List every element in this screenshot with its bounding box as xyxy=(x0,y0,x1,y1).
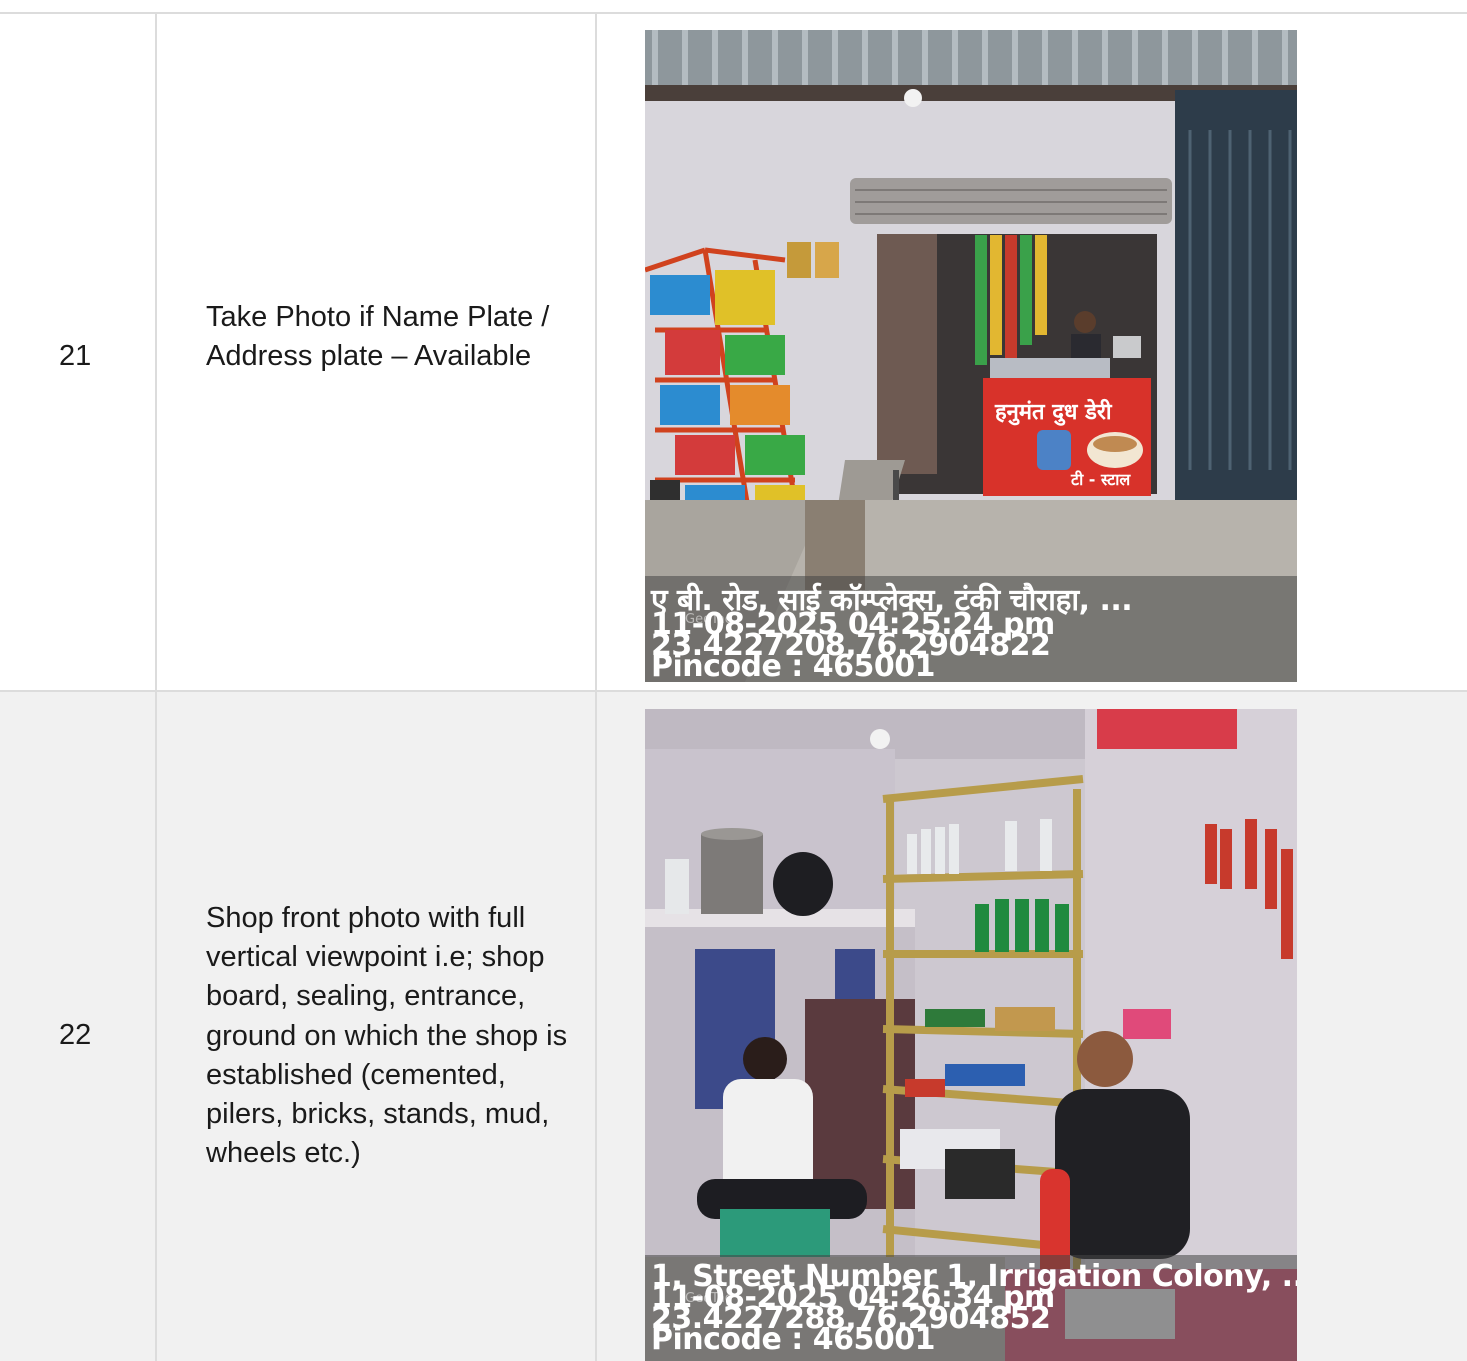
stall-sign-text: हनुमंत दुध डेरी xyxy=(994,398,1113,426)
column-divider-2 xyxy=(595,12,597,1361)
geotag-pincode: Pincode : 465001 xyxy=(651,649,935,682)
shop-front-photo[interactable]: GeoTag 1, Street Number 1, Irrigation Co… xyxy=(645,709,1297,1361)
row-description: Take Photo if Name Plate / Address plate… xyxy=(206,301,550,373)
survey-table: 21 Take Photo if Name Plate / Address pl… xyxy=(0,0,1467,1361)
row-number: 22 xyxy=(59,1019,92,1051)
row-divider xyxy=(0,690,1467,692)
row-description: Shop front photo with full vertical view… xyxy=(206,902,568,1170)
table-row: 21 Take Photo if Name Plate / Address pl… xyxy=(0,14,1467,690)
geotag-overlay: GeoTag 1, Street Number 1, Irrigation Co… xyxy=(645,1255,1297,1361)
stall-sign-sub: टी - स्टाल xyxy=(1070,470,1131,489)
table-border-top xyxy=(0,12,1467,14)
geotag-overlay: GeoTag ए बी. रोड, साई कॉम्प्लेक्स, टंकी … xyxy=(645,576,1297,682)
geotag-pincode: Pincode : 465001 xyxy=(651,1322,935,1357)
row-number: 21 xyxy=(59,340,92,372)
shop-nameplate-photo[interactable]: हनुमंत दुध डेरी टी - स्टाल GeoTag ए बी. … xyxy=(645,30,1297,682)
table-row: 22 Shop front photo with full vertical v… xyxy=(0,692,1467,1361)
column-divider-1 xyxy=(155,12,157,1361)
